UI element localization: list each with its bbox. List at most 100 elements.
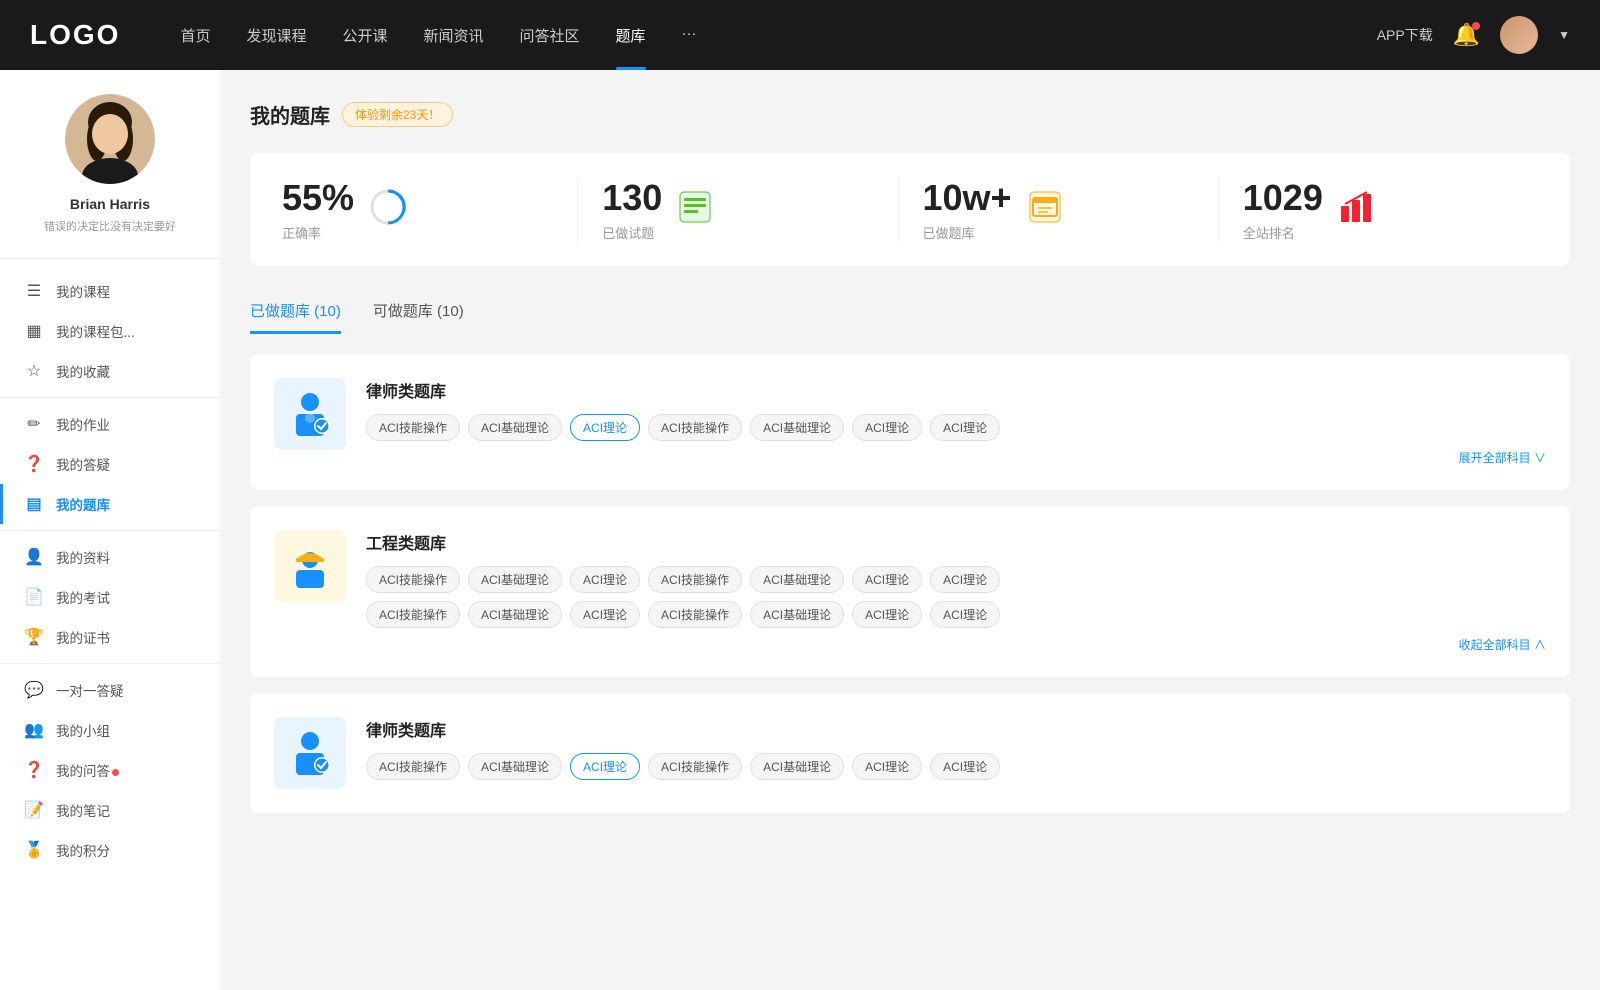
stat-done-questions: 130 已做试题 bbox=[578, 177, 898, 242]
tag[interactable]: ACI理论 bbox=[930, 601, 1000, 628]
tag[interactable]: ACI理论 bbox=[570, 566, 640, 593]
tag[interactable]: ACI基础理论 bbox=[468, 566, 562, 593]
tag[interactable]: ACI理论 bbox=[930, 414, 1000, 441]
tag[interactable]: ACI基础理论 bbox=[468, 414, 562, 441]
tag[interactable]: ACI理论 bbox=[852, 414, 922, 441]
sidebar-item-label: 一对一答疑 bbox=[56, 680, 124, 700]
tag[interactable]: ACI技能操作 bbox=[366, 566, 460, 593]
coursepack-icon: ▦ bbox=[24, 321, 44, 341]
tag[interactable]: ACI基础理论 bbox=[750, 753, 844, 780]
sidebar-item-label: 我的资料 bbox=[56, 547, 110, 567]
nav-link-home[interactable]: 首页 bbox=[180, 25, 210, 46]
tag-active[interactable]: ACI理论 bbox=[570, 753, 640, 780]
page-header: 我的题库 体验剩余23天！ bbox=[250, 100, 1570, 129]
app-download-link[interactable]: APP下载 bbox=[1377, 25, 1433, 45]
tag[interactable]: ACI技能操作 bbox=[648, 414, 742, 441]
done-banks-icon bbox=[1028, 190, 1062, 229]
sidebar-item-doubts[interactable]: ❓ 我的答疑 bbox=[0, 444, 220, 484]
sidebar-item-homework[interactable]: ✏ 我的作业 bbox=[0, 404, 220, 444]
tag[interactable]: ACI基础理论 bbox=[750, 414, 844, 441]
stat-done-banks: 10w+ 已做题库 bbox=[899, 177, 1219, 242]
nav-link-open[interactable]: 公开课 bbox=[342, 25, 387, 46]
homework-icon: ✏ bbox=[24, 414, 44, 434]
tag[interactable]: ACI理论 bbox=[852, 566, 922, 593]
site-rank-value: 1029 bbox=[1243, 177, 1323, 219]
sidebar-item-label: 我的课程包... bbox=[56, 321, 135, 341]
points-icon: 🏅 bbox=[24, 840, 44, 860]
profile-icon: 👤 bbox=[24, 547, 44, 567]
sidebar-item-qbank[interactable]: ▤ 我的题库 bbox=[0, 484, 220, 524]
nav-links: 首页 发现课程 公开课 新闻资讯 问答社区 题库 ··· bbox=[180, 25, 1376, 46]
logo[interactable]: LOGO bbox=[30, 19, 120, 51]
tag[interactable]: ACI基础理论 bbox=[468, 601, 562, 628]
stat-accuracy: 55% 正确率 bbox=[282, 177, 578, 242]
tabs-row: 已做题库 (10) 可做题库 (10) bbox=[250, 290, 1570, 334]
tag[interactable]: ACI技能操作 bbox=[366, 601, 460, 628]
tag[interactable]: ACI理论 bbox=[930, 566, 1000, 593]
sidebar-item-1on1[interactable]: 💬 一对一答疑 bbox=[0, 670, 220, 710]
sidebar-item-courses[interactable]: ☰ 我的课程 bbox=[0, 271, 220, 311]
nav-link-news[interactable]: 新闻资讯 bbox=[424, 25, 484, 46]
tab-done-banks[interactable]: 已做题库 (10) bbox=[250, 290, 341, 334]
done-questions-value-group: 130 已做试题 bbox=[602, 177, 662, 242]
nav-link-more[interactable]: ··· bbox=[682, 25, 697, 46]
qbank-card-engineer: 工程类题库 ACI技能操作 ACI基础理论 ACI理论 ACI技能操作 ACI基… bbox=[250, 506, 1570, 677]
tag-active[interactable]: ACI理论 bbox=[570, 414, 640, 441]
tag[interactable]: ACI技能操作 bbox=[648, 566, 742, 593]
site-rank-icon bbox=[1339, 190, 1373, 229]
sidebar-item-group[interactable]: 👥 我的小组 bbox=[0, 710, 220, 750]
user-avatar[interactable] bbox=[1500, 16, 1538, 54]
nav-link-qa[interactable]: 问答社区 bbox=[520, 25, 580, 46]
tag[interactable]: ACI理论 bbox=[930, 753, 1000, 780]
stats-row: 55% 正确率 130 已做试题 bbox=[250, 153, 1570, 266]
accuracy-value-group: 55% 正确率 bbox=[282, 177, 354, 242]
main-layout: Brian Harris 错误的决定比没有决定要好 ☰ 我的课程 ▦ 我的课程包… bbox=[0, 70, 1600, 990]
tab-available-banks[interactable]: 可做题库 (10) bbox=[373, 290, 464, 334]
1on1-icon: 💬 bbox=[24, 680, 44, 700]
tag[interactable]: ACI技能操作 bbox=[366, 753, 460, 780]
courses-icon: ☰ bbox=[24, 281, 44, 301]
sidebar-item-label: 我的作业 bbox=[56, 414, 110, 434]
collapse-link-engineer[interactable]: 收起全部科目 ∧ bbox=[366, 636, 1546, 653]
tag[interactable]: ACI技能操作 bbox=[366, 414, 460, 441]
sidebar-item-profile[interactable]: 👤 我的资料 bbox=[0, 537, 220, 577]
stat-site-rank: 1029 全站排名 bbox=[1219, 177, 1538, 242]
accuracy-value: 55% bbox=[282, 177, 354, 219]
qbank-card-lawyer-1: 律师类题库 ACI技能操作 ACI基础理论 ACI理论 ACI技能操作 ACI基… bbox=[250, 354, 1570, 490]
tag[interactable]: ACI基础理论 bbox=[750, 601, 844, 628]
tag[interactable]: ACI理论 bbox=[852, 753, 922, 780]
sidebar-item-label: 我的收藏 bbox=[56, 361, 110, 381]
expand-link-lawyer-1[interactable]: 展开全部科目 ∨ bbox=[366, 449, 1546, 466]
sidebar-item-cert[interactable]: 🏆 我的证书 bbox=[0, 617, 220, 657]
page-title: 我的题库 bbox=[250, 100, 330, 129]
done-questions-icon bbox=[678, 190, 712, 229]
tag[interactable]: ACI理论 bbox=[570, 601, 640, 628]
nav-link-qbank[interactable]: 题库 bbox=[616, 25, 646, 46]
sidebar-item-points[interactable]: 🏅 我的积分 bbox=[0, 830, 220, 870]
avatar-svg bbox=[65, 94, 155, 184]
sidebar-item-notes[interactable]: 📝 我的笔记 bbox=[0, 790, 220, 830]
tag[interactable]: ACI基础理论 bbox=[750, 566, 844, 593]
avatar-image bbox=[1500, 16, 1538, 54]
qbank-icon-lawyer-2 bbox=[274, 717, 346, 789]
sidebar-item-exam[interactable]: 📄 我的考试 bbox=[0, 577, 220, 617]
tag[interactable]: ACI技能操作 bbox=[648, 601, 742, 628]
qbank-title-lawyer-2: 律师类题库 bbox=[366, 717, 1546, 741]
tag[interactable]: ACI理论 bbox=[852, 601, 922, 628]
sidebar-item-myqa[interactable]: ❓ 我的问答 bbox=[0, 750, 220, 790]
tag[interactable]: ACI基础理论 bbox=[468, 753, 562, 780]
myqa-icon: ❓ bbox=[24, 760, 44, 780]
nav-right: APP下载 🔔 ▼ bbox=[1377, 16, 1570, 54]
chevron-down-icon[interactable]: ▼ bbox=[1558, 28, 1570, 42]
sidebar-item-favorites[interactable]: ☆ 我的收藏 bbox=[0, 351, 220, 391]
nav-link-discover[interactable]: 发现课程 bbox=[246, 25, 306, 46]
notification-bell[interactable]: 🔔 bbox=[1453, 22, 1480, 48]
sidebar-item-label: 我的答疑 bbox=[56, 454, 110, 474]
notes-icon: 📝 bbox=[24, 800, 44, 820]
group-icon: 👥 bbox=[24, 720, 44, 740]
sidebar-menu: ☰ 我的课程 ▦ 我的课程包... ☆ 我的收藏 ✏ 我的作业 ❓ 我的答疑 ▤ bbox=[0, 259, 220, 882]
tag[interactable]: ACI技能操作 bbox=[648, 753, 742, 780]
profile-avatar bbox=[65, 94, 155, 184]
sidebar-item-coursepack[interactable]: ▦ 我的课程包... bbox=[0, 311, 220, 351]
sidebar-item-label: 我的笔记 bbox=[56, 800, 110, 820]
